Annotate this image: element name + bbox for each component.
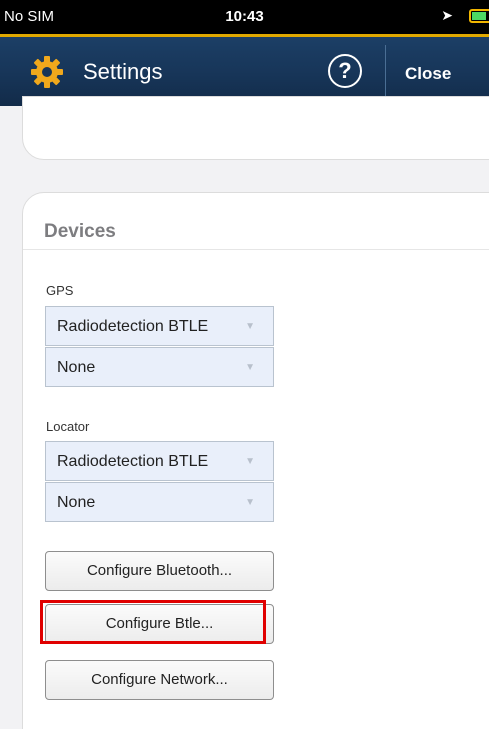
chevron-down-icon: ▼ (245, 497, 255, 508)
chevron-down-icon: ▼ (245, 362, 255, 373)
close-button[interactable]: Close (405, 64, 451, 84)
gps-device-value: Radiodetection BTLE (57, 318, 209, 335)
gps-device-select[interactable]: Radiodetection BTLE ▼ (45, 306, 274, 346)
gps-label: GPS (46, 283, 74, 298)
locator-device-select[interactable]: Radiodetection BTLE ▼ (45, 441, 274, 481)
highlight-box (40, 600, 266, 644)
page-title: Settings (83, 59, 163, 84)
location-arrow-icon: ➤ (441, 7, 453, 23)
locator-device-value: Radiodetection BTLE (57, 453, 209, 470)
configure-bluetooth-button[interactable]: Configure Bluetooth... (45, 551, 274, 591)
battery-charging-icon (469, 9, 489, 23)
help-button[interactable]: ? (328, 54, 362, 88)
gps-secondary-select[interactable]: None ▼ (45, 347, 274, 387)
gps-secondary-value: None (57, 359, 96, 376)
clock: 10:43 (225, 8, 264, 25)
previous-section-card (22, 96, 489, 160)
section-divider (23, 249, 489, 250)
status-bar: No SIM 10:43 ➤ (0, 0, 489, 34)
chevron-down-icon: ▼ (245, 321, 255, 332)
devices-section-title: Devices (44, 221, 116, 242)
locator-secondary-value: None (57, 494, 96, 511)
gear-icon (31, 56, 63, 88)
locator-label: Locator (46, 419, 90, 434)
chevron-down-icon: ▼ (245, 456, 255, 467)
locator-secondary-select[interactable]: None ▼ (45, 482, 274, 522)
configure-network-button[interactable]: Configure Network... (45, 660, 274, 700)
